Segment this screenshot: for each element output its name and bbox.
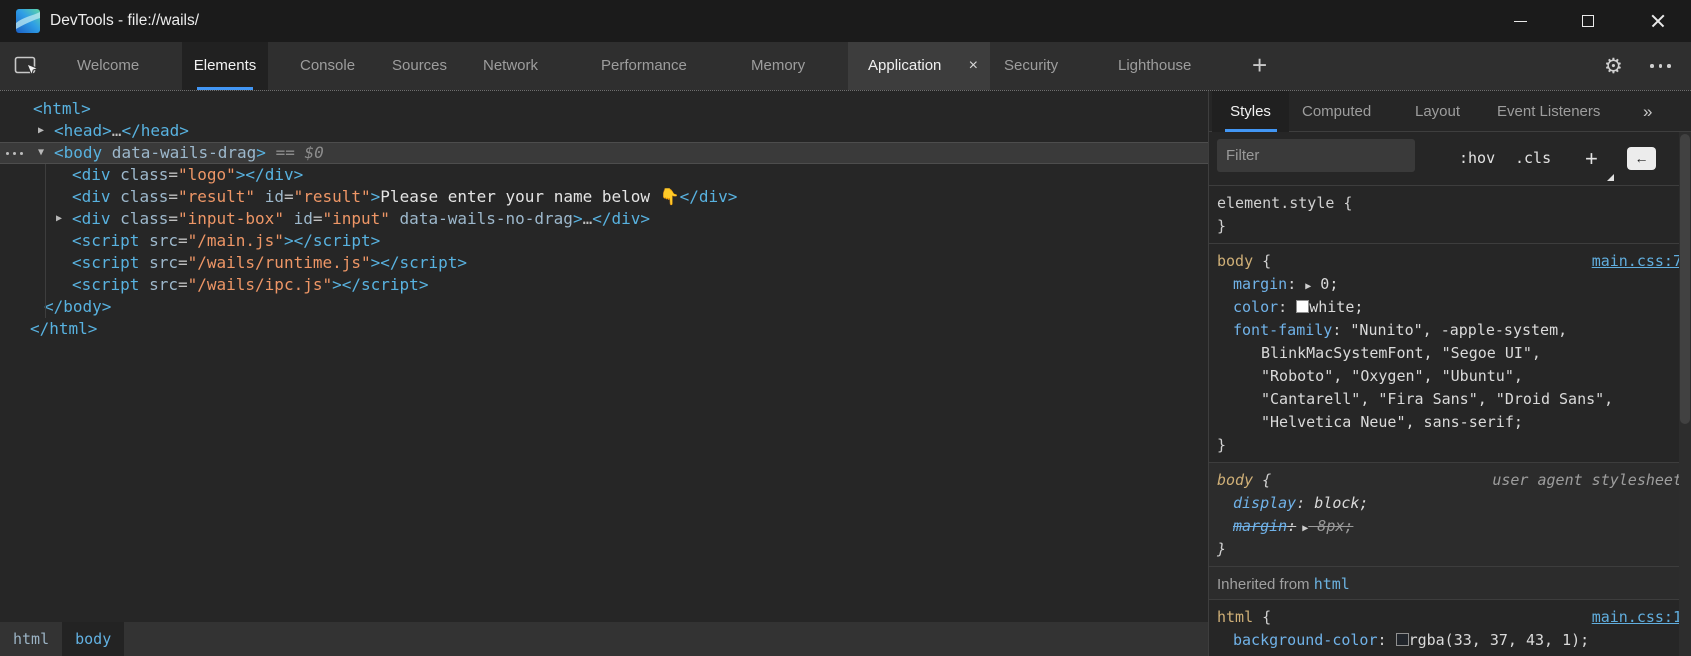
tab-memory[interactable]: Memory <box>751 42 805 90</box>
tab-application[interactable]: Application × <box>848 42 990 90</box>
dropdown-corner-icon <box>1607 174 1614 181</box>
dollar-zero-annotation: == $0 <box>266 143 324 162</box>
css-prop-color[interactable]: color: white; <box>1209 296 1691 319</box>
elements-panel: <html> ▶<head>…</head> ▼<body data-wails… <box>0 91 1208 656</box>
tab-console[interactable]: Console <box>300 42 355 90</box>
tree-row-div-logo[interactable]: <div class="logo"></div> <box>0 164 1208 186</box>
rule-html-maincss[interactable]: main.css:1 html { background-color: rgba… <box>1209 599 1691 656</box>
settings-gear-icon[interactable]: ⚙ <box>1604 42 1623 90</box>
close-tab-icon[interactable]: × <box>969 42 978 90</box>
expand-arrow-icon[interactable]: ▶ <box>38 120 44 142</box>
close-icon <box>1651 14 1665 28</box>
rule-element-style[interactable]: element.style { } <box>1209 185 1691 243</box>
minimize-button[interactable] <box>1498 0 1542 42</box>
title-bar: DevTools - file://wails/ <box>0 0 1691 42</box>
collapse-panel-icon[interactable]: ← <box>1627 147 1656 170</box>
inherited-from-header: Inherited from html <box>1209 566 1691 599</box>
toggle-hov-button[interactable]: :hov <box>1459 132 1495 185</box>
tab-elements[interactable]: Elements <box>182 42 268 90</box>
rule-body-maincss[interactable]: main.css:7 body { margin: ▶ 0; color: wh… <box>1209 243 1691 462</box>
tab-performance[interactable]: Performance <box>601 42 687 90</box>
tree-row-html-open[interactable]: <html> <box>0 98 1208 120</box>
stylesheet-link[interactable]: main.css:7 <box>1592 250 1682 273</box>
maximize-button[interactable] <box>1566 0 1610 42</box>
close-button[interactable] <box>1636 0 1680 42</box>
breadcrumb: html body <box>0 622 1208 656</box>
styles-tab-bar: Styles Computed Layout Event Listeners » <box>1209 91 1691 132</box>
more-tools-plus-icon[interactable]: + <box>1252 42 1267 90</box>
styles-scrollbar-thumb[interactable] <box>1680 134 1690 424</box>
styles-sidebar: Styles Computed Layout Event Listeners »… <box>1208 91 1691 656</box>
indent-guide-line <box>45 164 46 318</box>
toggle-cls-button[interactable]: .cls <box>1515 132 1551 185</box>
tab-styles[interactable]: Styles <box>1212 91 1289 132</box>
breadcrumb-html[interactable]: html <box>0 622 62 656</box>
tree-row-script-main[interactable]: <script src="/main.js"></script> <box>0 230 1208 252</box>
tab-lighthouse[interactable]: Lighthouse <box>1118 42 1191 90</box>
tab-welcome[interactable]: Welcome <box>77 42 139 90</box>
new-style-rule-button[interactable]: + <box>1585 132 1598 185</box>
inherited-element-link[interactable]: html <box>1314 575 1350 593</box>
devtools-toolbar: Welcome Elements Console Sources Network… <box>0 42 1691 90</box>
customize-menu-icon[interactable] <box>1650 42 1671 90</box>
tree-row-head[interactable]: ▶<head>…</head> <box>0 120 1208 142</box>
style-filter-input[interactable] <box>1217 139 1415 172</box>
tree-row-script-ipc[interactable]: <script src="/wails/ipc.js"></script> <box>0 274 1208 296</box>
tab-event-listeners[interactable]: Event Listeners <box>1497 91 1600 132</box>
tree-row-body-selected[interactable]: ▼<body data-wails-drag> == $0 <box>0 142 1208 164</box>
rule-body-user-agent[interactable]: user agent stylesheet body { display: bl… <box>1209 462 1691 566</box>
tab-sources[interactable]: Sources <box>392 42 447 90</box>
tab-layout[interactable]: Layout <box>1415 91 1460 132</box>
more-actions-dots-icon[interactable] <box>6 142 23 164</box>
css-prop-font-family[interactable]: font-family: "Nunito", -apple-system, <box>1209 319 1691 342</box>
window-title: DevTools - file://wails/ <box>50 0 199 42</box>
stylesheet-link[interactable]: main.css:1 <box>1592 606 1682 629</box>
breadcrumb-body[interactable]: body <box>62 622 124 656</box>
expand-arrow-icon[interactable]: ▶ <box>56 208 62 230</box>
edge-logo-icon <box>16 9 40 33</box>
tree-row-body-close[interactable]: </body> <box>0 296 1208 318</box>
minimize-icon <box>1514 21 1527 22</box>
inspect-element-icon[interactable] <box>14 54 40 78</box>
tree-row-div-result[interactable]: <div class="result" id="result">Please e… <box>0 186 1208 208</box>
tree-row-script-runtime[interactable]: <script src="/wails/runtime.js"></script… <box>0 252 1208 274</box>
tree-row-html-close[interactable]: </html> <box>0 318 1208 340</box>
expand-shorthand-icon[interactable]: ▶ <box>1296 523 1308 534</box>
css-prop-display[interactable]: display: block; <box>1209 492 1691 515</box>
styles-rules-list: element.style { } main.css:7 body { marg… <box>1209 185 1691 656</box>
dom-tree: <html> ▶<head>…</head> ▼<body data-wails… <box>0 92 1208 340</box>
css-prop-background-color[interactable]: background-color: rgba(33, 37, 43, 1); <box>1209 629 1691 652</box>
css-prop-margin[interactable]: margin: ▶ 0; <box>1209 273 1691 296</box>
tab-computed[interactable]: Computed <box>1302 91 1371 132</box>
styles-filter-row: :hov .cls + ← <box>1209 132 1691 185</box>
color-swatch-white[interactable] <box>1296 300 1309 313</box>
tree-row-div-input[interactable]: ▶<div class="input-box" id="input" data-… <box>0 208 1208 230</box>
styles-scrollbar-track[interactable] <box>1679 132 1691 656</box>
more-tabs-chevron-icon[interactable]: » <box>1643 91 1652 132</box>
stylesheet-origin-label: user agent stylesheet <box>1492 469 1682 492</box>
pointing-down-emoji: 👇 <box>660 187 680 206</box>
main-content: <html> ▶<head>…</head> ▼<body data-wails… <box>0 90 1691 656</box>
color-swatch-dark[interactable] <box>1396 633 1409 646</box>
tab-security[interactable]: Security <box>1004 42 1058 90</box>
tab-network[interactable]: Network <box>483 42 538 90</box>
collapse-arrow-icon[interactable]: ▼ <box>38 142 44 164</box>
maximize-icon <box>1582 15 1594 27</box>
css-prop-margin-overridden[interactable]: margin: ▶ 8px; <box>1209 515 1691 538</box>
